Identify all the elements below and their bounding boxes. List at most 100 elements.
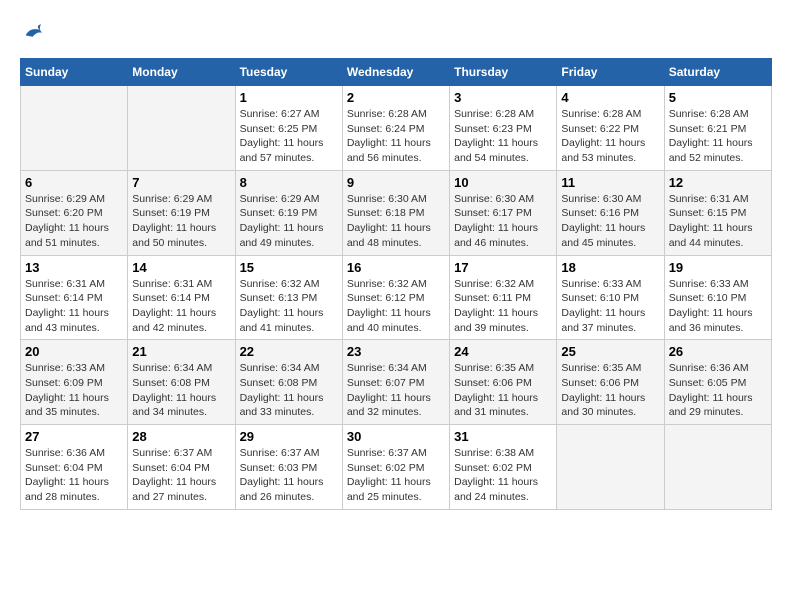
calendar-cell: 7 Sunrise: 6:29 AMSunset: 6:19 PMDayligh… <box>128 170 235 255</box>
calendar-cell: 29 Sunrise: 6:37 AMSunset: 6:03 PMDaylig… <box>235 425 342 510</box>
cell-info: Sunrise: 6:35 AMSunset: 6:06 PMDaylight:… <box>454 362 538 418</box>
day-number: 20 <box>25 344 123 359</box>
day-number: 18 <box>561 260 659 275</box>
calendar-cell: 26 Sunrise: 6:36 AMSunset: 6:05 PMDaylig… <box>664 340 771 425</box>
calendar-cell <box>664 425 771 510</box>
cell-info: Sunrise: 6:38 AMSunset: 6:02 PMDaylight:… <box>454 447 538 503</box>
weekday-header: Sunday <box>21 59 128 86</box>
weekday-header: Saturday <box>664 59 771 86</box>
calendar-table: SundayMondayTuesdayWednesdayThursdayFrid… <box>20 58 772 510</box>
cell-info: Sunrise: 6:37 AMSunset: 6:03 PMDaylight:… <box>240 447 324 503</box>
cell-info: Sunrise: 6:35 AMSunset: 6:06 PMDaylight:… <box>561 362 645 418</box>
calendar-cell: 12 Sunrise: 6:31 AMSunset: 6:15 PMDaylig… <box>664 170 771 255</box>
calendar-cell: 5 Sunrise: 6:28 AMSunset: 6:21 PMDayligh… <box>664 86 771 171</box>
weekday-header: Friday <box>557 59 664 86</box>
calendar-week-row: 6 Sunrise: 6:29 AMSunset: 6:20 PMDayligh… <box>21 170 772 255</box>
cell-info: Sunrise: 6:32 AMSunset: 6:11 PMDaylight:… <box>454 278 538 334</box>
cell-info: Sunrise: 6:33 AMSunset: 6:10 PMDaylight:… <box>561 278 645 334</box>
day-number: 26 <box>669 344 767 359</box>
day-number: 16 <box>347 260 445 275</box>
calendar-cell: 17 Sunrise: 6:32 AMSunset: 6:11 PMDaylig… <box>450 255 557 340</box>
day-number: 14 <box>132 260 230 275</box>
calendar-cell <box>21 86 128 171</box>
cell-info: Sunrise: 6:37 AMSunset: 6:04 PMDaylight:… <box>132 447 216 503</box>
day-number: 23 <box>347 344 445 359</box>
calendar-cell: 2 Sunrise: 6:28 AMSunset: 6:24 PMDayligh… <box>342 86 449 171</box>
weekday-header: Tuesday <box>235 59 342 86</box>
day-number: 29 <box>240 429 338 444</box>
calendar-header: SundayMondayTuesdayWednesdayThursdayFrid… <box>21 59 772 86</box>
day-number: 1 <box>240 90 338 105</box>
calendar-cell <box>557 425 664 510</box>
cell-info: Sunrise: 6:28 AMSunset: 6:21 PMDaylight:… <box>669 108 753 164</box>
cell-info: Sunrise: 6:31 AMSunset: 6:15 PMDaylight:… <box>669 193 753 249</box>
day-number: 7 <box>132 175 230 190</box>
cell-info: Sunrise: 6:29 AMSunset: 6:19 PMDaylight:… <box>132 193 216 249</box>
day-number: 27 <box>25 429 123 444</box>
day-number: 28 <box>132 429 230 444</box>
cell-info: Sunrise: 6:33 AMSunset: 6:09 PMDaylight:… <box>25 362 109 418</box>
day-number: 22 <box>240 344 338 359</box>
calendar-cell: 13 Sunrise: 6:31 AMSunset: 6:14 PMDaylig… <box>21 255 128 340</box>
day-number: 8 <box>240 175 338 190</box>
calendar-week-row: 13 Sunrise: 6:31 AMSunset: 6:14 PMDaylig… <box>21 255 772 340</box>
calendar-cell: 22 Sunrise: 6:34 AMSunset: 6:08 PMDaylig… <box>235 340 342 425</box>
calendar-cell: 15 Sunrise: 6:32 AMSunset: 6:13 PMDaylig… <box>235 255 342 340</box>
calendar-cell: 23 Sunrise: 6:34 AMSunset: 6:07 PMDaylig… <box>342 340 449 425</box>
cell-info: Sunrise: 6:32 AMSunset: 6:13 PMDaylight:… <box>240 278 324 334</box>
page-header <box>20 20 772 48</box>
cell-info: Sunrise: 6:31 AMSunset: 6:14 PMDaylight:… <box>132 278 216 334</box>
cell-info: Sunrise: 6:34 AMSunset: 6:08 PMDaylight:… <box>240 362 324 418</box>
cell-info: Sunrise: 6:36 AMSunset: 6:04 PMDaylight:… <box>25 447 109 503</box>
cell-info: Sunrise: 6:28 AMSunset: 6:23 PMDaylight:… <box>454 108 538 164</box>
calendar-cell: 28 Sunrise: 6:37 AMSunset: 6:04 PMDaylig… <box>128 425 235 510</box>
cell-info: Sunrise: 6:31 AMSunset: 6:14 PMDaylight:… <box>25 278 109 334</box>
cell-info: Sunrise: 6:32 AMSunset: 6:12 PMDaylight:… <box>347 278 431 334</box>
logo <box>20 20 52 48</box>
day-number: 2 <box>347 90 445 105</box>
calendar-week-row: 20 Sunrise: 6:33 AMSunset: 6:09 PMDaylig… <box>21 340 772 425</box>
day-number: 21 <box>132 344 230 359</box>
cell-info: Sunrise: 6:30 AMSunset: 6:17 PMDaylight:… <box>454 193 538 249</box>
calendar-cell: 9 Sunrise: 6:30 AMSunset: 6:18 PMDayligh… <box>342 170 449 255</box>
calendar-cell: 1 Sunrise: 6:27 AMSunset: 6:25 PMDayligh… <box>235 86 342 171</box>
day-number: 11 <box>561 175 659 190</box>
cell-info: Sunrise: 6:34 AMSunset: 6:07 PMDaylight:… <box>347 362 431 418</box>
calendar-week-row: 1 Sunrise: 6:27 AMSunset: 6:25 PMDayligh… <box>21 86 772 171</box>
calendar-cell: 4 Sunrise: 6:28 AMSunset: 6:22 PMDayligh… <box>557 86 664 171</box>
day-number: 9 <box>347 175 445 190</box>
cell-info: Sunrise: 6:27 AMSunset: 6:25 PMDaylight:… <box>240 108 324 164</box>
day-number: 19 <box>669 260 767 275</box>
logo-icon <box>20 20 48 48</box>
cell-info: Sunrise: 6:33 AMSunset: 6:10 PMDaylight:… <box>669 278 753 334</box>
day-number: 5 <box>669 90 767 105</box>
cell-info: Sunrise: 6:30 AMSunset: 6:18 PMDaylight:… <box>347 193 431 249</box>
calendar-cell: 30 Sunrise: 6:37 AMSunset: 6:02 PMDaylig… <box>342 425 449 510</box>
weekday-row: SundayMondayTuesdayWednesdayThursdayFrid… <box>21 59 772 86</box>
day-number: 4 <box>561 90 659 105</box>
day-number: 6 <box>25 175 123 190</box>
weekday-header: Monday <box>128 59 235 86</box>
day-number: 12 <box>669 175 767 190</box>
calendar-week-row: 27 Sunrise: 6:36 AMSunset: 6:04 PMDaylig… <box>21 425 772 510</box>
cell-info: Sunrise: 6:30 AMSunset: 6:16 PMDaylight:… <box>561 193 645 249</box>
day-number: 13 <box>25 260 123 275</box>
calendar-cell: 27 Sunrise: 6:36 AMSunset: 6:04 PMDaylig… <box>21 425 128 510</box>
day-number: 31 <box>454 429 552 444</box>
day-number: 24 <box>454 344 552 359</box>
cell-info: Sunrise: 6:34 AMSunset: 6:08 PMDaylight:… <box>132 362 216 418</box>
day-number: 15 <box>240 260 338 275</box>
calendar-cell: 25 Sunrise: 6:35 AMSunset: 6:06 PMDaylig… <box>557 340 664 425</box>
weekday-header: Wednesday <box>342 59 449 86</box>
cell-info: Sunrise: 6:29 AMSunset: 6:20 PMDaylight:… <box>25 193 109 249</box>
cell-info: Sunrise: 6:28 AMSunset: 6:24 PMDaylight:… <box>347 108 431 164</box>
calendar-cell: 19 Sunrise: 6:33 AMSunset: 6:10 PMDaylig… <box>664 255 771 340</box>
calendar-cell <box>128 86 235 171</box>
calendar-cell: 3 Sunrise: 6:28 AMSunset: 6:23 PMDayligh… <box>450 86 557 171</box>
calendar-cell: 18 Sunrise: 6:33 AMSunset: 6:10 PMDaylig… <box>557 255 664 340</box>
calendar-body: 1 Sunrise: 6:27 AMSunset: 6:25 PMDayligh… <box>21 86 772 510</box>
calendar-cell: 11 Sunrise: 6:30 AMSunset: 6:16 PMDaylig… <box>557 170 664 255</box>
calendar-cell: 14 Sunrise: 6:31 AMSunset: 6:14 PMDaylig… <box>128 255 235 340</box>
calendar-cell: 20 Sunrise: 6:33 AMSunset: 6:09 PMDaylig… <box>21 340 128 425</box>
day-number: 30 <box>347 429 445 444</box>
